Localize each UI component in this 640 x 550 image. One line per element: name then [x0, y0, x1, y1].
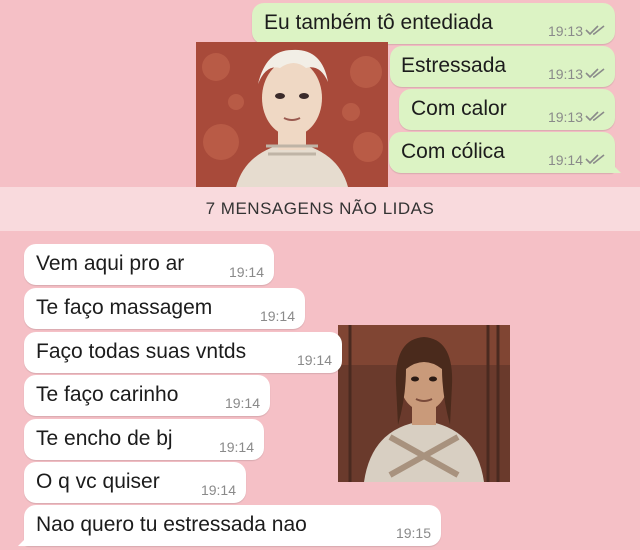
- message-time: 19:14: [259, 308, 295, 324]
- message-text: Estressada: [401, 54, 507, 77]
- message-time: 19:14: [547, 152, 583, 168]
- outgoing-message[interactable]: Com cólica 19:14: [389, 132, 621, 173]
- message-time: 19:14: [200, 482, 236, 498]
- message-text: Te faço carinho: [36, 383, 179, 406]
- incoming-message[interactable]: Nao quero tu estressada nao 19:15: [18, 505, 441, 546]
- message-text: Vem aqui pro ar: [36, 252, 185, 275]
- message-time: 19:13: [547, 66, 583, 82]
- message-time: 19:15: [395, 525, 431, 541]
- message-time: 19:14: [296, 352, 332, 368]
- message-time: 19:14: [224, 395, 260, 411]
- double-check-icon: [585, 68, 605, 79]
- message-text: Te faço massagem: [36, 296, 213, 319]
- long-haired-warrior-sticker[interactable]: [338, 325, 510, 482]
- message-text: Faço todas suas vntds: [36, 340, 247, 363]
- double-check-icon: [585, 154, 605, 165]
- message-time: 19:13: [547, 109, 583, 125]
- bubble-tail: [607, 159, 621, 173]
- incoming-message[interactable]: O q vc quiser 19:14: [24, 462, 246, 503]
- incoming-message[interactable]: Faço todas suas vntds 19:14: [24, 332, 342, 373]
- outgoing-message[interactable]: Com calor 19:13: [399, 89, 615, 130]
- double-check-icon: [585, 111, 605, 122]
- outgoing-message[interactable]: Estressada 19:13: [390, 46, 615, 87]
- incoming-message[interactable]: Te faço massagem 19:14: [24, 288, 305, 329]
- incoming-message[interactable]: Vem aqui pro ar 19:14: [24, 244, 274, 285]
- message-time: 19:13: [547, 23, 583, 39]
- pale-haired-character-sticker[interactable]: [196, 42, 388, 187]
- outgoing-message[interactable]: Eu também tô entediada 19:13: [252, 3, 615, 44]
- message-time: 19:14: [228, 264, 264, 280]
- double-check-icon: [585, 25, 605, 36]
- message-text: O q vc quiser: [36, 470, 160, 493]
- incoming-message[interactable]: Te encho de bj 19:14: [24, 419, 264, 460]
- message-text: Te encho de bj: [36, 427, 173, 450]
- bubble-tail: [18, 532, 32, 546]
- incoming-message[interactable]: Te faço carinho 19:14: [24, 375, 270, 416]
- message-text: Com cólica: [401, 140, 505, 163]
- message-time: 19:14: [218, 439, 254, 455]
- unread-messages-banner: 7 MENSAGENS NÃO LIDAS: [0, 187, 640, 231]
- message-text: Nao quero tu estressada nao: [36, 513, 307, 536]
- message-text: Eu também tô entediada: [264, 11, 493, 34]
- message-text: Com calor: [411, 97, 507, 120]
